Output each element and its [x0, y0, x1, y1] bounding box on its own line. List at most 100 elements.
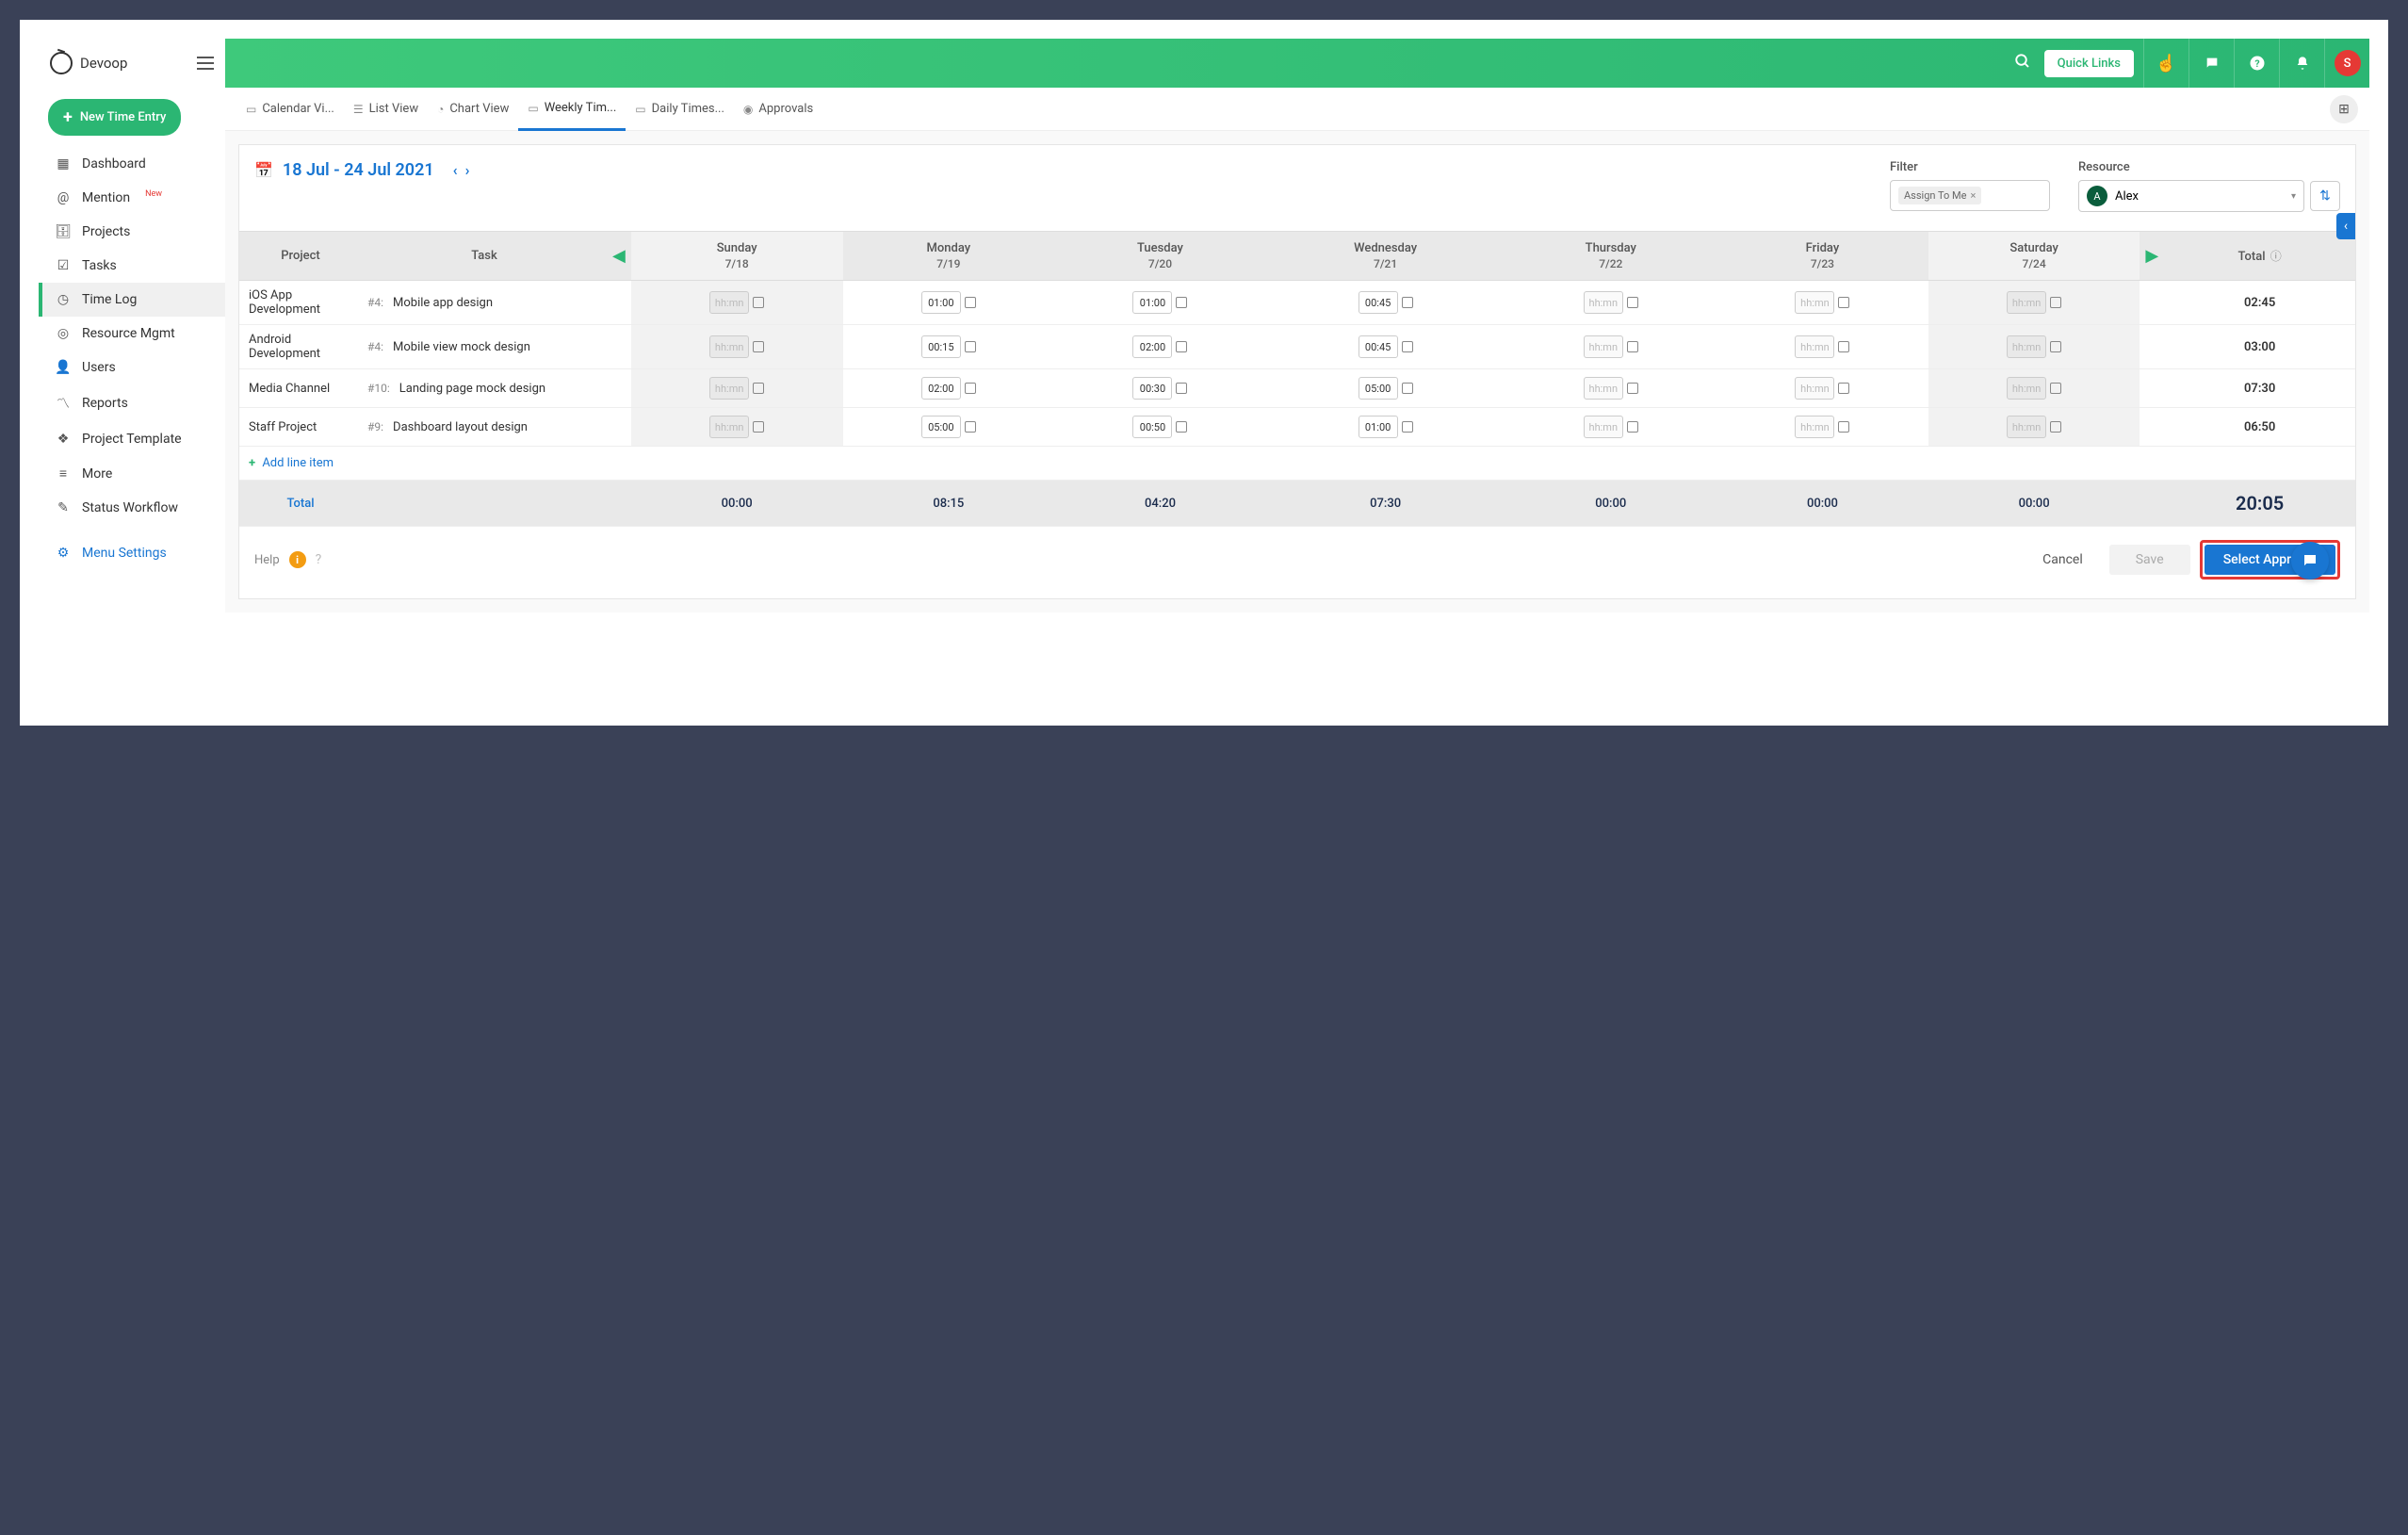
time-checkbox[interactable] [1838, 421, 1849, 433]
time-checkbox[interactable] [1402, 341, 1413, 352]
time-checkbox[interactable] [2050, 341, 2061, 352]
add-line-row[interactable]: + Add line item [239, 447, 2355, 481]
sidebar-item-resource-mgmt[interactable]: ◎Resource Mgmt [39, 317, 225, 351]
time-input-box[interactable]: hh:mn [1584, 335, 1623, 358]
time-input-box[interactable]: 00:30 [1132, 377, 1172, 400]
menu-toggle-icon[interactable] [197, 57, 214, 70]
time-input-box[interactable]: 00:45 [1359, 291, 1398, 314]
time-input-box[interactable]: hh:mn [1584, 377, 1623, 400]
time-checkbox[interactable] [753, 297, 764, 308]
time-checkbox[interactable] [1627, 421, 1638, 433]
sidebar-item-projects[interactable]: 🗄Projects [39, 215, 225, 249]
tab-daily-times-[interactable]: ▭Daily Times... [626, 88, 734, 130]
time-checkbox[interactable] [965, 341, 976, 352]
tab-list-view[interactable]: ☰List View [344, 88, 428, 130]
sidebar-item-time-log[interactable]: ◷Time Log [39, 283, 225, 317]
time-checkbox[interactable] [1627, 383, 1638, 394]
time-checkbox[interactable] [1176, 383, 1187, 394]
sidebar-item-tasks[interactable]: ☑Tasks [39, 249, 225, 283]
apps-grid-icon[interactable]: ⊞ [2330, 95, 2358, 123]
time-input-box[interactable]: 01:00 [1132, 291, 1172, 314]
time-checkbox[interactable] [965, 383, 976, 394]
time-checkbox[interactable] [2050, 297, 2061, 308]
time-input-box[interactable]: 02:00 [1132, 335, 1172, 358]
next-week-icon[interactable]: › [464, 161, 472, 179]
time-input-box[interactable]: 00:45 [1359, 335, 1398, 358]
sidebar-item-dashboard[interactable]: ▦Dashboard [39, 147, 225, 181]
pointer-icon[interactable]: ☝ [2143, 39, 2188, 88]
time-checkbox[interactable] [753, 421, 764, 433]
time-checkbox[interactable] [753, 341, 764, 352]
chat-icon[interactable] [2188, 39, 2234, 88]
time-input-box[interactable]: hh:mn [709, 377, 749, 400]
time-input-box[interactable]: hh:mn [1795, 416, 1834, 438]
help-icon[interactable]: ? [2234, 39, 2279, 88]
time-checkbox[interactable] [1176, 421, 1187, 433]
time-input-box[interactable]: hh:mn [1795, 291, 1834, 314]
help-question-icon[interactable]: ? [316, 552, 322, 567]
time-checkbox[interactable] [753, 383, 764, 394]
time-checkbox[interactable] [965, 421, 976, 433]
time-checkbox[interactable] [1402, 421, 1413, 433]
sidebar-item-more[interactable]: ≡More [39, 456, 225, 491]
new-time-entry-button[interactable]: + New Time Entry [48, 99, 181, 136]
time-input-box[interactable]: hh:mn [2007, 416, 2046, 438]
sidebar-item-project-template[interactable]: ❖Project Template [39, 422, 225, 456]
time-checkbox[interactable] [965, 297, 976, 308]
remove-chip-icon[interactable]: × [1970, 189, 1976, 202]
scroll-left[interactable]: ◀ [607, 232, 631, 281]
resource-select[interactable]: A Alex ▾ [2078, 180, 2304, 212]
time-input-box[interactable]: hh:mn [2007, 335, 2046, 358]
time-checkbox[interactable] [1627, 297, 1638, 308]
tab-calendar-vi-[interactable]: ▭Calendar Vi... [236, 88, 344, 130]
time-input-box[interactable]: hh:mn [2007, 291, 2046, 314]
time-input-box[interactable]: hh:mn [1795, 377, 1834, 400]
time-checkbox[interactable] [1402, 297, 1413, 308]
time-input-box[interactable]: hh:mn [709, 335, 749, 358]
collapse-panel-icon[interactable]: ‹ [2336, 213, 2355, 239]
time-input-box[interactable]: hh:mn [1584, 416, 1623, 438]
sidebar-item-mention[interactable]: @MentionNew [39, 181, 225, 215]
chat-fab-icon[interactable] [2291, 542, 2329, 580]
tab-approvals[interactable]: ◉Approvals [734, 88, 822, 130]
time-checkbox[interactable] [1627, 341, 1638, 352]
tab-chart-view[interactable]: ◔Chart View [428, 88, 518, 130]
sidebar-item-users[interactable]: 👤Users [39, 351, 225, 384]
time-input-box[interactable]: 01:00 [1359, 416, 1398, 438]
sort-icon[interactable]: ⇅ [2310, 181, 2340, 211]
time-input-box[interactable]: hh:mn [1795, 335, 1834, 358]
time-input-box[interactable]: hh:mn [709, 416, 749, 438]
time-checkbox[interactable] [2050, 383, 2061, 394]
scroll-right[interactable]: ▶ [2140, 232, 2164, 281]
tab-weekly-tim-[interactable]: ▭Weekly Tim... [518, 88, 626, 131]
quick-links-button[interactable]: Quick Links [2044, 50, 2134, 77]
time-checkbox[interactable] [1838, 341, 1849, 352]
time-input-box[interactable]: 05:00 [921, 416, 961, 438]
filter-input[interactable]: Assign To Me × [1890, 180, 2050, 211]
time-checkbox[interactable] [1838, 383, 1849, 394]
time-input-box[interactable]: 01:00 [921, 291, 961, 314]
info-icon[interactable]: i [289, 551, 306, 568]
time-input-box[interactable]: hh:mn [1584, 291, 1623, 314]
sidebar-item-reports[interactable]: 〽Reports [39, 384, 225, 422]
menu-settings-link[interactable]: ⚙ Menu Settings [39, 536, 225, 570]
time-checkbox[interactable] [1176, 341, 1187, 352]
time-input-box[interactable]: 00:15 [921, 335, 961, 358]
sidebar-item-status-workflow[interactable]: ✎Status Workflow [39, 491, 225, 525]
prev-week-icon[interactable]: ‹ [451, 161, 460, 179]
time-checkbox[interactable] [1838, 297, 1849, 308]
time-input-box[interactable]: hh:mn [709, 291, 749, 314]
search-icon[interactable] [2001, 53, 2044, 74]
time-input-box[interactable]: 02:00 [921, 377, 961, 400]
bell-icon[interactable] [2279, 39, 2324, 88]
time-checkbox[interactable] [1402, 383, 1413, 394]
time-input-box[interactable]: 00:50 [1132, 416, 1172, 438]
time-input-box[interactable]: 05:00 [1359, 377, 1398, 400]
time-checkbox[interactable] [1176, 297, 1187, 308]
timesheet-row: Android Development#4:Mobile view mock d… [239, 325, 2355, 369]
time-input-box[interactable]: hh:mn [2007, 377, 2046, 400]
user-avatar[interactable]: S [2324, 39, 2369, 88]
save-button[interactable]: Save [2109, 545, 2190, 575]
time-checkbox[interactable] [2050, 421, 2061, 433]
cancel-button[interactable]: Cancel [2026, 545, 2100, 575]
